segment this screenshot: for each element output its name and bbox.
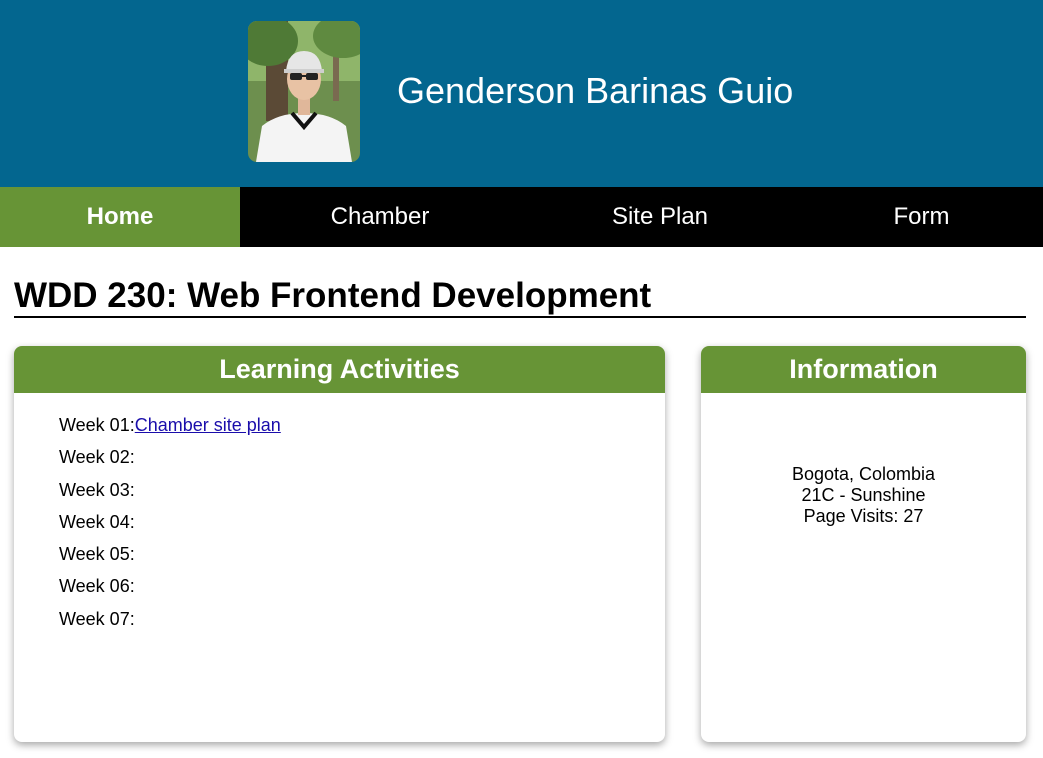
title-divider (14, 316, 1026, 318)
chamber-site-plan-link[interactable]: Chamber site plan (135, 415, 281, 435)
information-body: Bogota, Colombia 21C - Sunshine Page Vis… (701, 393, 1026, 527)
learning-activities-heading: Learning Activities (14, 346, 665, 393)
nav-home[interactable]: Home (0, 187, 240, 247)
list-item: Week 07: (59, 607, 665, 639)
list-item: Week 05: (59, 542, 665, 574)
week-label: Week 02: (59, 447, 135, 468)
nav-site-plan[interactable]: Site Plan (520, 187, 800, 247)
main-navigation: Home Chamber Site Plan Form (0, 187, 1043, 247)
page-visits-text: Page Visits: 27 (803, 506, 924, 526)
page-title: WDD 230: Web Frontend Development (14, 276, 652, 315)
week-label: Week 06: (59, 576, 135, 597)
list-item: Week 06: (59, 574, 665, 606)
week-label: Week 03: (59, 479, 135, 500)
list-item: Week 04: (59, 510, 665, 542)
week-label: Week 04: (59, 511, 135, 532)
list-item: Week 02: (59, 445, 665, 477)
nav-form[interactable]: Form (800, 187, 1043, 247)
learning-activities-card: Learning Activities Week 01:Chamber site… (14, 346, 665, 742)
nav-chamber[interactable]: Chamber (240, 187, 520, 247)
week-label: Week 05: (59, 544, 135, 565)
weeks-list: Week 01:Chamber site plan Week 02: Week … (14, 393, 665, 639)
site-owner-name: Genderson Barinas Guio (397, 70, 794, 111)
information-card: Information Bogota, Colombia 21C - Sunsh… (701, 346, 1026, 742)
weather-text: 21C - Sunshine (801, 485, 926, 505)
location-text: Bogota, Colombia (791, 464, 936, 484)
information-heading: Information (701, 346, 1026, 393)
week-label: Week 07: (59, 608, 135, 629)
week-label: Week 01: (59, 415, 135, 435)
list-item: Week 01:Chamber site plan (59, 413, 665, 445)
list-item: Week 03: (59, 478, 665, 510)
site-header: Genderson Barinas Guio (0, 0, 1043, 187)
profile-photo (248, 21, 360, 162)
profile-photo-icon (248, 21, 360, 162)
